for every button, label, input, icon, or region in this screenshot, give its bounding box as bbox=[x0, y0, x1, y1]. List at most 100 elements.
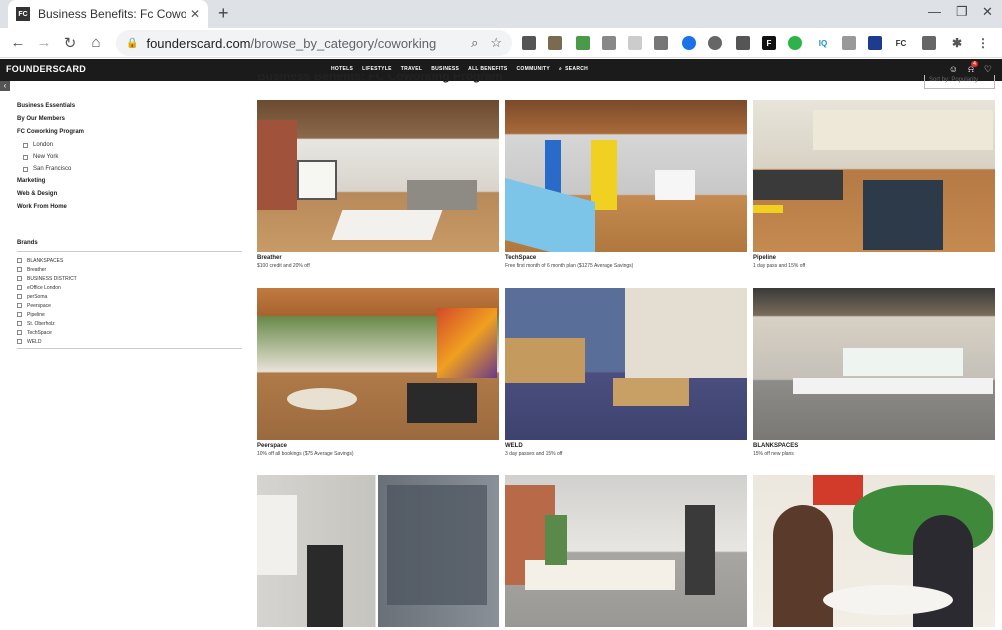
reload-button[interactable]: ↻ bbox=[57, 34, 83, 52]
nav-hotels[interactable]: HOTELS bbox=[331, 66, 353, 72]
nav-travel[interactable]: TRAVEL bbox=[401, 66, 422, 72]
extension-icon[interactable] bbox=[842, 36, 856, 50]
nav-community[interactable]: COMMUNITY bbox=[517, 66, 551, 72]
checkbox[interactable] bbox=[23, 154, 28, 160]
extension-icon[interactable] bbox=[548, 36, 562, 50]
card-name[interactable]: Breather bbox=[257, 255, 499, 261]
checkbox[interactable] bbox=[23, 166, 28, 172]
extension-icon[interactable] bbox=[602, 36, 616, 50]
checkbox[interactable] bbox=[17, 330, 22, 335]
checkbox[interactable] bbox=[17, 303, 22, 308]
extension-icon[interactable] bbox=[576, 36, 590, 50]
menu-kebab-icon[interactable]: ⋮ bbox=[976, 36, 990, 50]
card-name[interactable]: BLANKSPACES bbox=[753, 443, 995, 449]
checkbox[interactable] bbox=[17, 285, 22, 290]
nav-lifestyle[interactable]: LIFESTYLE bbox=[362, 66, 392, 72]
subcategory-new-york[interactable]: New York bbox=[23, 154, 242, 160]
brand-filter-item[interactable]: St. Oberholz bbox=[17, 319, 77, 328]
card-name[interactable]: WELD bbox=[505, 443, 747, 449]
new-tab-button[interactable]: + bbox=[218, 3, 229, 24]
chevron-left-icon[interactable]: ‹ bbox=[0, 81, 10, 91]
nav-search[interactable]: SEARCH bbox=[565, 66, 588, 72]
forward-button[interactable]: → bbox=[31, 34, 57, 51]
card-name[interactable]: Peerspace bbox=[257, 443, 499, 449]
evernote-icon[interactable] bbox=[788, 36, 802, 50]
close-tab-icon[interactable]: ✕ bbox=[190, 7, 200, 21]
extension-icon[interactable] bbox=[522, 36, 536, 50]
browser-tab[interactable]: FC Business Benefits: Fc Coworking ✕ bbox=[8, 0, 208, 28]
checkbox[interactable] bbox=[17, 312, 22, 317]
brand-filter-item[interactable]: eOffice London bbox=[17, 283, 77, 292]
checkbox[interactable] bbox=[23, 142, 28, 148]
brand-filter-item[interactable]: Peerspace bbox=[17, 301, 77, 310]
checkbox[interactable] bbox=[17, 321, 22, 326]
brand-filter-item[interactable]: perSoma bbox=[17, 292, 77, 301]
subcategory-san-francisco[interactable]: San Francisco bbox=[23, 166, 242, 172]
category-fc-coworking[interactable]: FC Coworking Program bbox=[17, 129, 242, 135]
benefit-card[interactable]: WELD 3 day passes and 15% off bbox=[505, 288, 747, 457]
card-image[interactable] bbox=[753, 100, 995, 252]
brand-filter-item[interactable]: TechSpace bbox=[17, 328, 77, 337]
extension-icon[interactable] bbox=[868, 36, 882, 50]
checkbox[interactable] bbox=[17, 258, 22, 263]
fc-extension-icon[interactable]: FC bbox=[894, 36, 908, 50]
puzzle-icon[interactable]: ✱ bbox=[950, 36, 964, 50]
bell-icon[interactable]: ⍾ 4 bbox=[968, 61, 978, 75]
subcategory-london[interactable]: London bbox=[23, 142, 242, 148]
benefit-card[interactable]: Breather $100 credit and 20% off bbox=[257, 100, 499, 269]
globe-icon[interactable] bbox=[682, 36, 696, 50]
brand-filter-item[interactable]: Pipeline bbox=[17, 310, 77, 319]
home-button[interactable]: ⌂ bbox=[83, 34, 109, 51]
brand-filter-item[interactable]: BLANKSPACES bbox=[17, 256, 77, 265]
card-image[interactable] bbox=[257, 288, 499, 440]
site-logo[interactable]: FOUNDERSCARD bbox=[6, 64, 86, 74]
benefit-card[interactable] bbox=[505, 475, 747, 630]
checkbox[interactable] bbox=[17, 294, 22, 299]
brand-filter-item[interactable]: BUSINESS DISTRICT bbox=[17, 274, 77, 283]
extension-icon[interactable]: F bbox=[762, 36, 776, 50]
zoom-search-icon[interactable]: ⌕ bbox=[471, 35, 478, 51]
address-bar[interactable]: 🔒 founderscard.com/browse_by_category/co… bbox=[116, 30, 512, 56]
category-work-from-home[interactable]: Work From Home bbox=[17, 204, 242, 210]
benefit-card[interactable]: Pipeline 1 day pass and 15% off bbox=[753, 100, 995, 269]
card-name[interactable]: Pipeline bbox=[753, 255, 995, 261]
nav-business[interactable]: BUSINESS bbox=[431, 66, 459, 72]
extension-icon[interactable] bbox=[708, 36, 722, 50]
bookmark-star-icon[interactable]: ☆ bbox=[490, 35, 502, 51]
card-image[interactable] bbox=[753, 288, 995, 440]
nav-search-icon[interactable]: ⌕ bbox=[559, 66, 562, 72]
benefit-card[interactable]: TechSpace Free first month of 6 month pl… bbox=[505, 100, 747, 269]
back-button[interactable]: ← bbox=[5, 34, 31, 51]
user-icon[interactable]: ☺ bbox=[949, 64, 958, 75]
category-by-our-members[interactable]: By Our Members bbox=[17, 116, 242, 122]
benefit-card[interactable] bbox=[257, 475, 499, 630]
card-image[interactable] bbox=[257, 100, 499, 252]
extension-icon[interactable]: IQ bbox=[816, 36, 830, 50]
benefit-card[interactable] bbox=[753, 475, 995, 630]
category-business-essentials[interactable]: Business Essentials bbox=[17, 103, 242, 109]
nav-all-benefits[interactable]: ALL BENEFITS bbox=[468, 66, 507, 72]
close-window-icon[interactable]: ✕ bbox=[982, 4, 993, 20]
checkbox[interactable] bbox=[17, 267, 22, 272]
card-image[interactable] bbox=[257, 475, 499, 627]
checkbox[interactable] bbox=[17, 276, 22, 281]
card-name[interactable]: TechSpace bbox=[505, 255, 747, 261]
extension-icon[interactable] bbox=[922, 36, 936, 50]
category-marketing[interactable]: Marketing bbox=[17, 178, 242, 184]
brand-filter-item[interactable]: WELD bbox=[17, 337, 77, 346]
category-web-design[interactable]: Web & Design bbox=[17, 191, 242, 197]
checkbox[interactable] bbox=[17, 339, 22, 344]
minimize-icon[interactable]: — bbox=[928, 4, 941, 19]
heart-icon[interactable]: ♡ bbox=[984, 64, 992, 75]
brand-filter-item[interactable]: Breather bbox=[17, 265, 77, 274]
send-icon[interactable] bbox=[654, 36, 668, 50]
card-image[interactable] bbox=[505, 100, 747, 252]
extension-icon[interactable] bbox=[736, 36, 750, 50]
card-image[interactable] bbox=[753, 475, 995, 627]
card-image[interactable] bbox=[505, 288, 747, 440]
benefit-card[interactable]: Peerspace 10% off all bookings ($75 Aver… bbox=[257, 288, 499, 457]
extension-icon[interactable] bbox=[628, 36, 642, 50]
benefit-card[interactable]: BLANKSPACES 15% off new plans bbox=[753, 288, 995, 457]
card-image[interactable] bbox=[505, 475, 747, 627]
restore-icon[interactable]: ❐ bbox=[956, 4, 968, 20]
